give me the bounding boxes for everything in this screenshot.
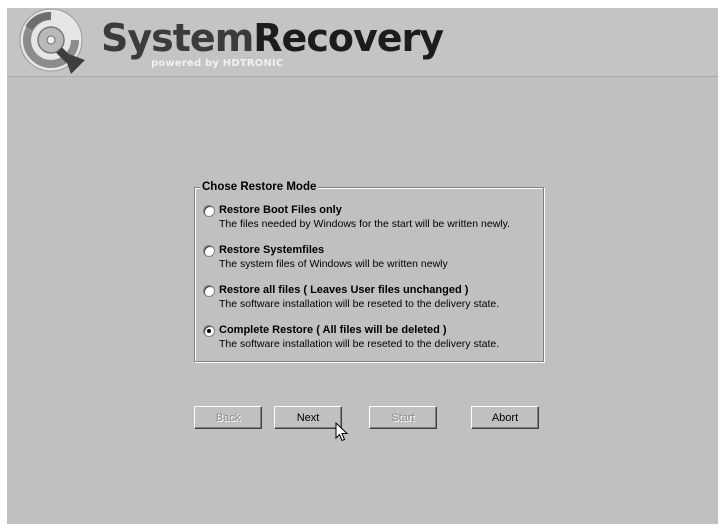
brand-title-recovery: Recovery	[253, 16, 444, 60]
option-description: The files needed by Windows for the star…	[219, 218, 511, 230]
brand-title: SystemRecovery	[101, 16, 444, 60]
option-restore-boot-files[interactable]: Restore Boot Files only The files needed…	[203, 204, 539, 236]
radio-restore-systemfiles[interactable]	[203, 245, 215, 257]
restore-mode-group: Chose Restore Mode Restore Boot Files on…	[194, 180, 544, 362]
arrow-pointer-icon	[335, 422, 349, 442]
start-button[interactable]: Start	[369, 406, 437, 429]
option-label: Restore Systemfiles	[219, 244, 325, 256]
option-label: Complete Restore ( All files will be del…	[219, 324, 447, 336]
option-label: Restore Boot Files only	[219, 204, 342, 216]
option-restore-systemfiles[interactable]: Restore Systemfiles The system files of …	[203, 244, 539, 276]
recovery-screen: SystemRecovery powered by HDTRONIC Chose…	[7, 8, 718, 524]
header-banner: SystemRecovery powered by HDTRONIC	[7, 8, 718, 77]
option-label: Restore all files ( Leaves User files un…	[219, 284, 469, 296]
restore-mode-legend: Chose Restore Mode	[200, 180, 319, 195]
option-description: The system files of Windows will be writ…	[219, 258, 448, 270]
next-button[interactable]: Next	[274, 406, 342, 429]
abort-button[interactable]: Abort	[471, 406, 539, 429]
brand-subtitle: powered by HDTRONIC	[151, 58, 284, 69]
radio-complete-restore[interactable]	[203, 325, 215, 337]
back-button[interactable]: Back	[194, 406, 262, 429]
disk-recovery-icon	[19, 8, 85, 74]
option-complete-restore[interactable]: Complete Restore ( All files will be del…	[203, 324, 539, 356]
option-description: The software installation will be resete…	[219, 338, 500, 350]
option-restore-all-files[interactable]: Restore all files ( Leaves User files un…	[203, 284, 539, 316]
option-description: The software installation will be resete…	[219, 298, 500, 310]
radio-restore-all-files[interactable]	[203, 285, 215, 297]
brand-title-system: System	[101, 16, 254, 60]
radio-restore-boot-files[interactable]	[203, 205, 215, 217]
